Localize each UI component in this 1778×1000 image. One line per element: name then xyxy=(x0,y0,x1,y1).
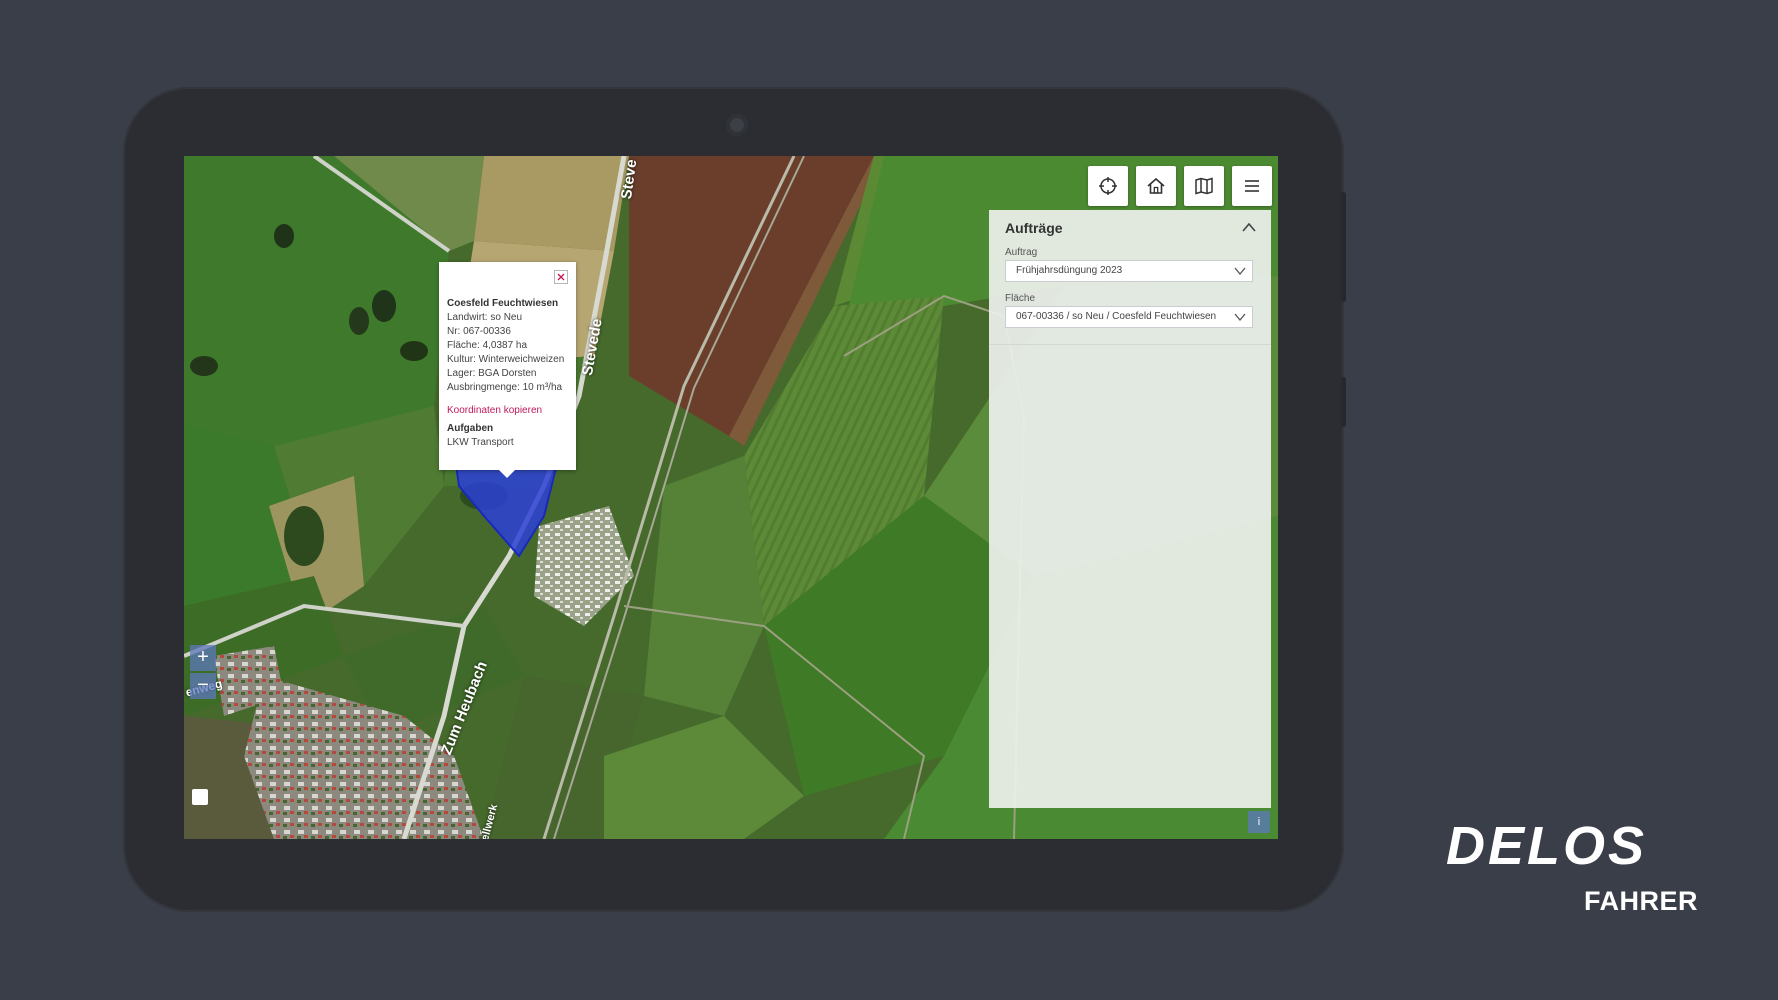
map-view[interactable]: Steve Stevede Zum Heubach enweg ellwerk xyxy=(184,156,1278,839)
close-icon xyxy=(557,273,565,281)
brand-subtitle: FAHRER xyxy=(1584,886,1699,916)
panel-divider xyxy=(989,344,1271,345)
zoom-out-button[interactable]: − xyxy=(190,673,216,699)
popup-storage: Lager: BGA Dorsten xyxy=(447,368,537,379)
chevron-down-icon xyxy=(1234,267,1246,275)
home-button[interactable] xyxy=(1136,166,1176,206)
orders-panel: Aufträge Auftrag Frühjahrsdüngung 2023 F… xyxy=(989,210,1271,808)
area-select-value: 067-00336 / so Neu / Coesfeld Feuchtwies… xyxy=(1016,311,1217,322)
chevron-up-icon[interactable] xyxy=(1241,221,1257,233)
tablet-frame: Steve Stevede Zum Heubach enweg ellwerk xyxy=(123,87,1346,912)
layer-toggle-button[interactable] xyxy=(192,789,208,805)
home-icon xyxy=(1147,177,1165,194)
delos-logo: DELOS xyxy=(1446,818,1647,870)
tablet-side-button xyxy=(1341,192,1346,302)
info-button[interactable]: i xyxy=(1248,811,1270,833)
field-info-popup: Coesfeld Feuchtwiesen Landwirt: so Neu N… xyxy=(439,262,576,478)
tablet-side-button xyxy=(1341,377,1346,427)
popup-close-button[interactable] xyxy=(554,270,568,284)
popup-crop: Kultur: Winterweichweizen xyxy=(447,354,565,365)
order-select-value: Frühjahrsdüngung 2023 xyxy=(1016,265,1123,276)
copy-coordinates-link[interactable]: Koordinaten kopieren xyxy=(447,405,542,416)
popup-task-item: LKW Transport xyxy=(447,437,514,448)
zoom-in-button[interactable]: + xyxy=(190,645,216,671)
popup-pointer xyxy=(499,470,515,478)
popup-farmer: Landwirt: so Neu xyxy=(447,312,523,323)
orders-panel-header[interactable]: Aufträge xyxy=(989,210,1271,244)
orders-panel-title: Aufträge xyxy=(1005,220,1063,236)
tablet-camera xyxy=(726,114,748,136)
area-select[interactable]: 067-00336 / so Neu / Coesfeld Feuchtwies… xyxy=(1005,306,1253,328)
menu-icon xyxy=(1245,180,1259,192)
menu-button[interactable] xyxy=(1232,166,1272,206)
map-toolbar xyxy=(1088,166,1272,206)
order-select[interactable]: Frühjahrsdüngung 2023 xyxy=(1005,260,1253,282)
locate-button[interactable] xyxy=(1088,166,1128,206)
popup-tasks-title: Aufgaben xyxy=(447,423,494,434)
crosshair-icon xyxy=(1099,177,1117,195)
area-label: Fläche xyxy=(1005,293,1036,304)
popup-field-name: Coesfeld Feuchtwiesen xyxy=(447,298,559,309)
map-layers-button[interactable] xyxy=(1184,166,1224,206)
popup-application-rate: Ausbringmenge: 10 m³/ha xyxy=(447,382,563,393)
chevron-down-icon xyxy=(1234,313,1246,321)
map-icon xyxy=(1195,177,1213,195)
order-label: Auftrag xyxy=(1005,247,1038,258)
popup-number: Nr: 067-00336 xyxy=(447,326,511,337)
svg-text:DELOS: DELOS xyxy=(1446,818,1647,870)
popup-area: Fläche: 4,0387 ha xyxy=(447,340,528,351)
